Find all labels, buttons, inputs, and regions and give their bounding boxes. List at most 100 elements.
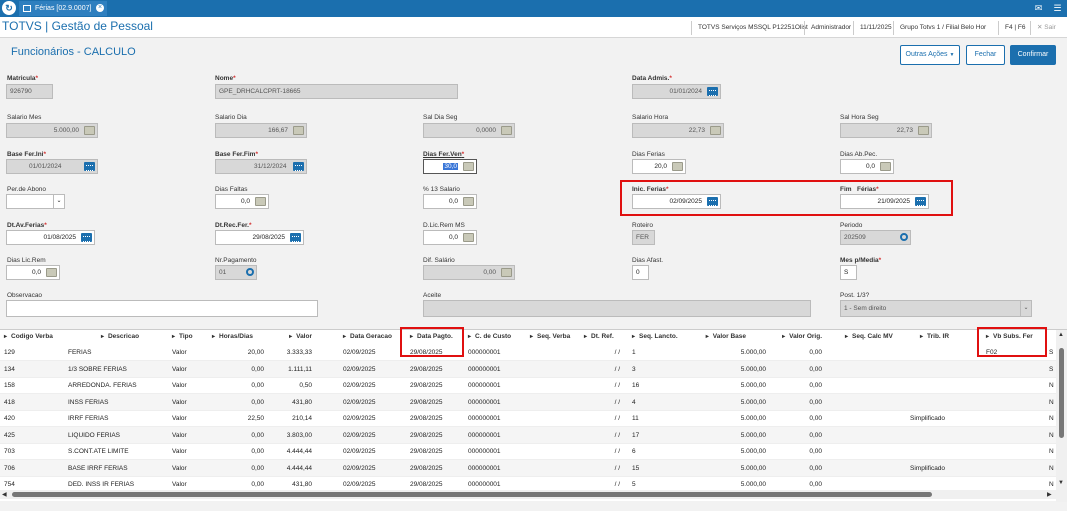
confirm-button[interactable]: Confirmar — [1010, 45, 1056, 65]
scroll-right-icon[interactable]: ▶ — [1047, 491, 1052, 498]
table-row[interactable]: 129 FERIAS Valor 20,00 3.333,33 02/09/2025 29/… — [0, 344, 1056, 361]
calculator-icon[interactable] — [84, 126, 95, 135]
nr-pagamento-field[interactable]: 01 — [215, 265, 257, 280]
cell-trib-ir — [910, 361, 976, 378]
dias-afast-field[interactable]: 0 — [632, 265, 649, 280]
calculator-icon[interactable] — [501, 126, 512, 135]
table-row[interactable]: 420 IRRF FERIAS Valor 22,50 210,14 02/09/2025… — [0, 410, 1056, 427]
calculator-icon[interactable] — [463, 233, 474, 242]
salario-mes-field[interactable]: 5.000,00 — [6, 123, 98, 138]
col-valor-orig[interactable]: Valor Orig. — [780, 330, 822, 344]
col-seq-verba[interactable]: Seq. Verba — [530, 330, 570, 344]
col-codigo-verba[interactable]: Codigo Verba — [4, 330, 53, 344]
cell-valor-base: 5.000,00 — [740, 349, 766, 356]
cell-horas: 0,00 — [251, 382, 264, 389]
search-icon[interactable] — [900, 233, 908, 241]
roteiro-field[interactable]: FER — [632, 230, 655, 245]
cell-descricao: ARREDONDA. FERIAS — [68, 382, 137, 389]
col-valor-base[interactable]: Valor Base — [700, 330, 746, 344]
chevron-down-icon[interactable]: ⌄ — [53, 195, 64, 208]
calendar-icon[interactable] — [707, 87, 718, 96]
col-trib-ir[interactable]: Trib. IR — [920, 330, 949, 344]
vertical-scrollbar[interactable]: ▲ ▼ — [1056, 330, 1067, 502]
table-row[interactable]: 425 LIQUIDO FERIAS Valor 0,00 3.803,00 02/09/… — [0, 426, 1056, 444]
base-fer-ini-field[interactable]: 01/01/2024 — [6, 159, 98, 174]
branch-info[interactable]: Grupo Totvs 1 / Filial Belo Hor — [893, 21, 986, 35]
col-seq-calc-mv[interactable]: Seq. Calc MV — [845, 330, 893, 344]
calculator-icon[interactable] — [46, 268, 57, 277]
close-button[interactable]: Fechar — [966, 45, 1005, 65]
calendar-icon[interactable] — [290, 233, 301, 242]
mes-p-media-field[interactable]: S — [840, 265, 857, 280]
calculator-icon[interactable] — [672, 162, 683, 171]
calendar-icon[interactable] — [293, 162, 304, 171]
nome-field[interactable]: GPE_DRHCALCPRT-18665 — [215, 84, 458, 99]
cell-seq-calc — [845, 344, 905, 361]
calculator-icon[interactable] — [918, 126, 929, 135]
dif-salario-field[interactable]: 0,00 — [423, 265, 515, 280]
col-horas-dias[interactable]: Horas/Dias — [212, 330, 253, 344]
calculator-icon[interactable] — [293, 126, 304, 135]
calendar-icon[interactable] — [84, 162, 95, 171]
cell-data-pagto: 29/08/2025 — [410, 464, 443, 472]
exit-button[interactable]: ✕ Sair — [1030, 21, 1056, 35]
col-dt-ref[interactable]: Dt. Ref. — [584, 330, 614, 344]
chevron-down-icon[interactable]: ⌄ — [1020, 301, 1031, 316]
col-descricao[interactable]: Descricao — [68, 330, 172, 344]
table-row[interactable]: 706 BASE IRRF FERIAS Valor 0,00 4.444,44 02/0… — [0, 459, 1056, 477]
tab-ferias[interactable]: Férias [02.9.0007] × — [19, 1, 107, 16]
base-fer-fim-field[interactable]: 31/12/2024 — [215, 159, 307, 174]
calculator-icon[interactable] — [880, 162, 891, 171]
dias-fer-ven-field[interactable]: 30,0 — [423, 159, 477, 174]
table-row[interactable]: 703 S.CONT.ATE LIMITE Valor 0,00 4.444,44 02/… — [0, 443, 1056, 460]
post-13-select[interactable]: 1 - Sem direito ⌄ — [840, 300, 1032, 317]
table-row[interactable]: 158 ARREDONDA. FERIAS Valor 0,00 0,50 02/09/2… — [0, 377, 1056, 394]
calculator-icon[interactable] — [463, 162, 474, 171]
sal-dia-seg-field[interactable]: 0,0000 — [423, 123, 515, 138]
per-abono-select[interactable]: ⌄ — [6, 194, 65, 209]
other-actions-button[interactable]: Outras Ações ▼ — [900, 45, 960, 65]
scroll-down-icon[interactable]: ▼ — [1058, 480, 1064, 486]
sal-hora-seg-label: Sal Hora Seg — [840, 114, 879, 121]
dt-rec-fer-field[interactable]: 29/08/2025 — [215, 230, 304, 245]
col-data-geracao[interactable]: Data Geracao — [343, 330, 392, 344]
calendar-icon[interactable] — [81, 233, 92, 242]
data-admis-field[interactable]: 01/01/2024 — [632, 84, 721, 99]
calculator-icon[interactable] — [501, 268, 512, 277]
horizontal-scroll-thumb[interactable] — [12, 492, 932, 497]
col-tipo[interactable]: Tipo — [172, 330, 193, 344]
search-icon[interactable] — [246, 268, 254, 276]
user-info[interactable]: Administrador — [804, 21, 851, 35]
dias-ab-pec-field[interactable]: 0,0 — [840, 159, 894, 174]
scroll-left-icon[interactable]: ◀ — [2, 491, 7, 498]
col-valor[interactable]: Valor — [266, 330, 312, 344]
hamburger-menu-icon[interactable]: ☰ — [1049, 0, 1066, 17]
salario-dia-field[interactable]: 166,67 — [215, 123, 307, 138]
sal-hora-seg-field[interactable]: 22,73 — [840, 123, 932, 138]
vertical-scroll-thumb[interactable] — [1059, 348, 1064, 438]
calculator-icon[interactable] — [255, 197, 266, 206]
col-centro-custo[interactable]: C. de Custo — [468, 330, 511, 344]
d-lic-rem-ms-field[interactable]: 0,0 — [423, 230, 477, 245]
table-row[interactable]: 134 1/3 SOBRE FERIAS Valor 0,00 1.111,11 02/0… — [0, 360, 1056, 378]
scroll-up-icon[interactable]: ▲ — [1058, 332, 1064, 338]
close-tab-icon[interactable]: × — [96, 4, 104, 12]
observacao-field[interactable] — [6, 300, 318, 317]
cell-valor-orig: 0,00 — [809, 448, 822, 455]
dt-av-ferias-field[interactable]: 01/08/2025 — [6, 230, 95, 245]
pct-13-field[interactable]: 0,0 — [423, 194, 477, 209]
mail-icon[interactable]: ✉ — [1030, 0, 1047, 17]
salario-hora-field[interactable]: 22,73 — [632, 123, 724, 138]
calculator-icon[interactable] — [710, 126, 721, 135]
totvs-logo-icon[interactable]: ↻ — [2, 1, 16, 15]
horizontal-scrollbar[interactable]: ◀ ▶ — [0, 490, 1056, 499]
col-seq-lancto[interactable]: Seq. Lancto. — [632, 330, 678, 344]
matricula-field[interactable]: 926790 — [6, 84, 53, 99]
aceite-field[interactable] — [423, 300, 811, 317]
calculator-icon[interactable] — [463, 197, 474, 206]
dias-ferias-field[interactable]: 20,0 — [632, 159, 686, 174]
dias-faltas-field[interactable]: 0,0 — [215, 194, 269, 209]
periodo-field[interactable]: 202509 — [840, 230, 911, 245]
dias-lic-rem-field[interactable]: 0,0 — [6, 265, 60, 280]
table-row[interactable]: 418 INSS FERIAS Valor 0,00 431,80 02/09/2025 2… — [0, 393, 1056, 411]
